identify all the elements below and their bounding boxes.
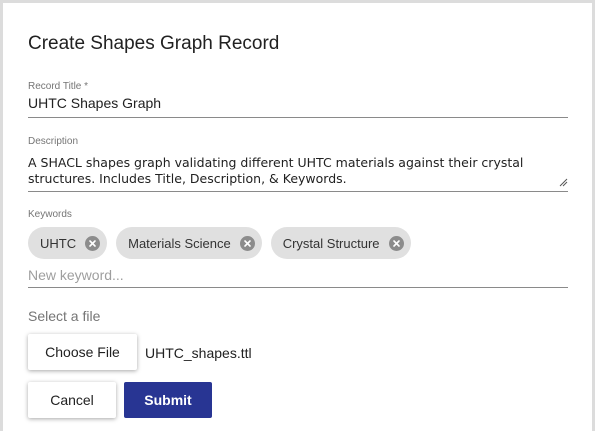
description-label: Description xyxy=(28,136,79,147)
close-circle-icon[interactable] xyxy=(239,235,255,251)
keyword-chip-label: Crystal Structure xyxy=(282,235,380,251)
keyword-chip: Crystal Structure xyxy=(270,227,411,259)
select-file-label: Select a file xyxy=(28,308,101,324)
close-circle-icon[interactable] xyxy=(85,235,101,251)
record-title-label: Record Title * xyxy=(28,81,89,92)
close-circle-icon[interactable] xyxy=(388,235,404,251)
submit-button[interactable]: Submit xyxy=(124,382,212,418)
description-underline xyxy=(28,191,568,192)
dialog-title: Create Shapes Graph Record xyxy=(28,33,280,54)
selected-file-name: UHTC_shapes.ttl xyxy=(145,345,252,361)
keywords-label: Keywords xyxy=(28,209,72,220)
keyword-chip: Materials Science xyxy=(116,227,262,259)
keyword-chip-list: UHTC Materials Science Crystal Structure xyxy=(28,227,411,259)
resize-grip-icon[interactable] xyxy=(559,178,568,187)
keyword-chip: UHTC xyxy=(28,227,108,259)
keyword-chip-label: UHTC xyxy=(40,235,77,251)
record-title-input[interactable]: UHTC Shapes Graph xyxy=(28,95,161,111)
record-title-underline xyxy=(28,117,568,118)
cancel-button[interactable]: Cancel xyxy=(28,382,116,418)
keywords-underline xyxy=(28,287,568,288)
create-record-dialog: Create Shapes Graph Record Record Title … xyxy=(3,3,592,431)
new-keyword-input[interactable] xyxy=(28,265,568,285)
keyword-chip-label: Materials Science xyxy=(128,235,231,251)
choose-file-button[interactable]: Choose File xyxy=(28,334,137,370)
description-textarea[interactable]: A SHACL shapes graph validating differen… xyxy=(28,155,568,189)
